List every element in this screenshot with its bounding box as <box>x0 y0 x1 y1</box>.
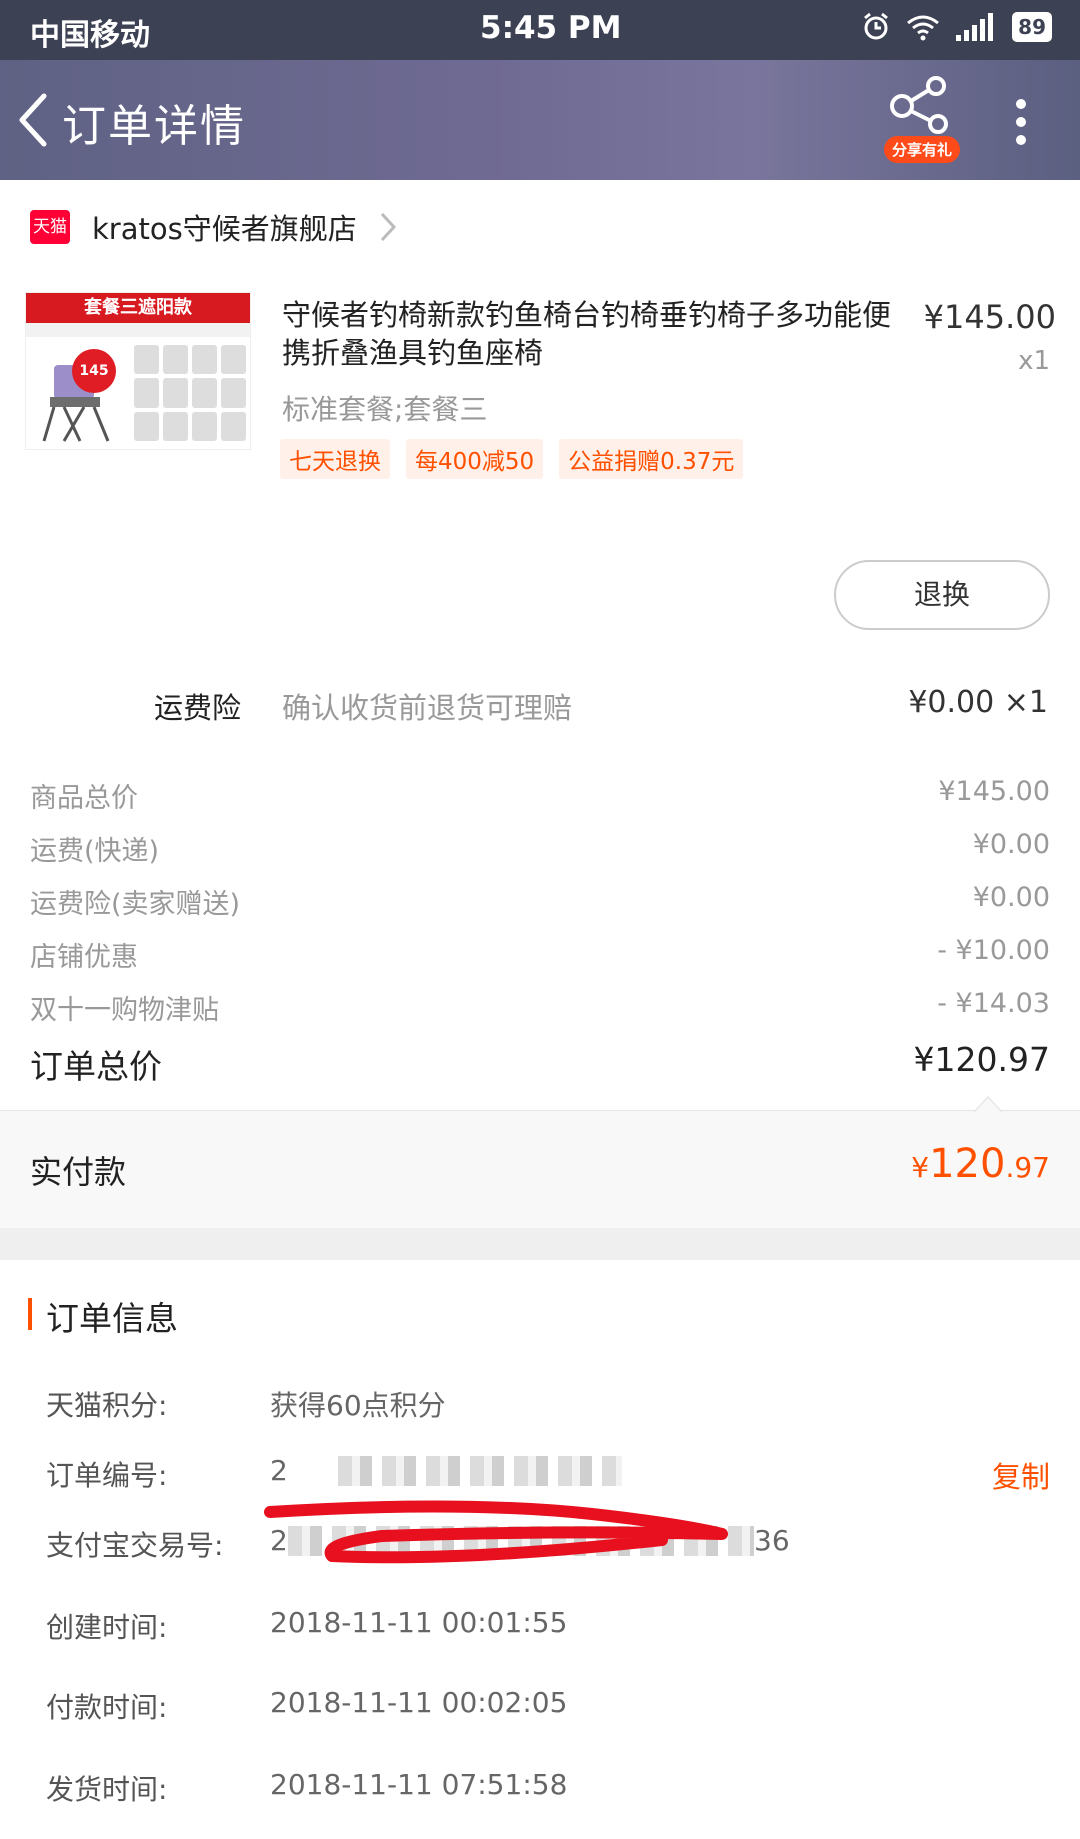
info-row-value-tail: 36 <box>754 1524 790 1557</box>
info-row-value: 2 <box>270 1454 288 1487</box>
carrier-name: 中国移动 <box>30 18 150 53</box>
product-price: ¥145.00 <box>923 298 1056 336</box>
share-icon <box>890 76 948 134</box>
product-image-banner: 套餐三遮阳款 <box>26 293 250 323</box>
status-bar: 中国移动 5:45 PM 89 <box>0 0 1080 60</box>
info-row-label: 订单编号: <box>46 1459 168 1492</box>
shipping-insurance-label: 运费险 <box>154 691 242 725</box>
info-row-label: 创建时间: <box>46 1611 168 1644</box>
tag-discount: 每400减50 <box>406 439 544 479</box>
shop-row[interactable]: 天猫 kratos守候者旗舰店 <box>0 180 1080 272</box>
share-badge: 分享有礼 <box>884 136 961 163</box>
product-image[interactable]: 套餐三遮阳款 145 <box>25 292 251 450</box>
price-row: 运费(快递) ¥0.00 <box>30 829 1050 873</box>
section-divider <box>0 1228 1080 1260</box>
info-row-label: 发货时间: <box>46 1773 168 1806</box>
alarm-icon <box>864 12 889 40</box>
price-row-label: 运费(快递) <box>30 836 160 867</box>
order-total-label: 订单总价 <box>30 1047 162 1086</box>
section-accent-bar <box>28 1298 32 1330</box>
paid-decimal: .97 <box>1005 1151 1050 1184</box>
info-row-label: 付款时间: <box>46 1691 168 1724</box>
shop-name[interactable]: kratos守候者旗舰店 <box>92 206 357 248</box>
page-title: 订单详情 <box>62 101 246 152</box>
signal-icon <box>956 13 994 41</box>
tmall-logo-icon: 天猫 <box>30 210 70 244</box>
product-image-price-tag: 145 <box>72 349 116 393</box>
more-vertical-icon[interactable] <box>1006 96 1036 146</box>
chevron-right-icon <box>380 212 397 242</box>
product-sku: 标准套餐;套餐三 <box>282 393 488 426</box>
price-row-label: 商品总价 <box>30 783 138 814</box>
price-row-value: - ¥10.00 <box>937 935 1050 966</box>
paid-currency: ¥ <box>911 1151 930 1184</box>
wifi-icon <box>907 15 940 41</box>
price-row-label: 店铺优惠 <box>30 942 138 973</box>
price-row-value: ¥0.00 <box>972 829 1050 860</box>
info-row-value: 获得60点积分 <box>270 1389 446 1422</box>
info-row-label: 支付宝交易号: <box>46 1529 224 1562</box>
price-row: 店铺优惠 - ¥10.00 <box>30 935 1050 979</box>
product-quantity: x1 <box>1018 346 1050 376</box>
price-row: 运费险(卖家赠送) ¥0.00 <box>30 882 1050 926</box>
info-row-points: 天猫积分: 获得60点积分 <box>46 1384 1050 1428</box>
paid-integer: 120 <box>929 1141 1006 1187</box>
paid-amount-block: 实付款 ¥120.97 <box>0 1110 1080 1228</box>
price-row-value: ¥0.00 <box>972 882 1050 913</box>
info-row-value: 2018-11-11 00:01:55 <box>270 1606 568 1639</box>
back-arrow-icon[interactable] <box>14 90 54 150</box>
price-row: 商品总价 ¥145.00 <box>30 776 1050 820</box>
tag-charity: 公益捐赠0.37元 <box>559 439 744 479</box>
share-button[interactable]: 分享有礼 <box>880 76 962 166</box>
shipping-insurance-value: ¥0.00 ×1 <box>908 685 1048 720</box>
order-total-value: ¥120.97 <box>913 1040 1050 1079</box>
info-row-label: 天猫积分: <box>46 1389 168 1422</box>
copy-button[interactable]: 复制 <box>992 1454 1050 1496</box>
info-row-paid: 付款时间: 2018-11-11 00:02:05 <box>46 1686 1050 1730</box>
product-tags: 七天退换 每400减50 公益捐赠0.37元 <box>280 439 744 479</box>
info-row-shipped: 发货时间: 2018-11-11 07:51:58 <box>46 1768 1050 1812</box>
info-row-created: 创建时间: 2018-11-11 00:01:55 <box>46 1606 1050 1650</box>
battery-icon: 89 <box>1012 12 1052 42</box>
price-row-label: 双十一购物津贴 <box>30 995 219 1026</box>
caret-up-icon <box>974 1096 1002 1112</box>
product-image-subbanner <box>26 323 250 337</box>
tag-return: 七天退换 <box>280 439 390 479</box>
info-row-value: 2018-11-11 07:51:58 <box>270 1768 568 1801</box>
price-row-label: 运费险(卖家赠送) <box>30 889 241 920</box>
info-row-value: 2018-11-11 00:02:05 <box>270 1686 568 1719</box>
price-row: 双十一购物津贴 - ¥14.03 <box>30 988 1050 1032</box>
status-icons: 89 <box>862 12 1052 42</box>
price-row-value: ¥145.00 <box>938 776 1050 807</box>
paid-value: ¥120.97 <box>911 1141 1050 1187</box>
redacted-mosaic <box>338 1456 622 1486</box>
product-title[interactable]: 守候者钓椅新款钓鱼椅台钓椅垂钓椅子多功能便携折叠渔具钓鱼座椅 <box>282 296 892 372</box>
shipping-insurance-description: 确认收货前退货可理赔 <box>282 691 573 725</box>
paid-label: 实付款 <box>30 1153 127 1191</box>
product-image-accessories <box>134 345 246 441</box>
nav-bar: 订单详情 分享有礼 <box>0 60 1080 180</box>
price-row-value: - ¥14.03 <box>937 988 1050 1019</box>
order-info-title: 订单信息 <box>46 1299 178 1338</box>
red-scribble-redaction <box>264 1500 728 1564</box>
refund-button[interactable]: 退换 <box>834 560 1050 630</box>
status-time: 5:45 PM <box>480 10 622 46</box>
